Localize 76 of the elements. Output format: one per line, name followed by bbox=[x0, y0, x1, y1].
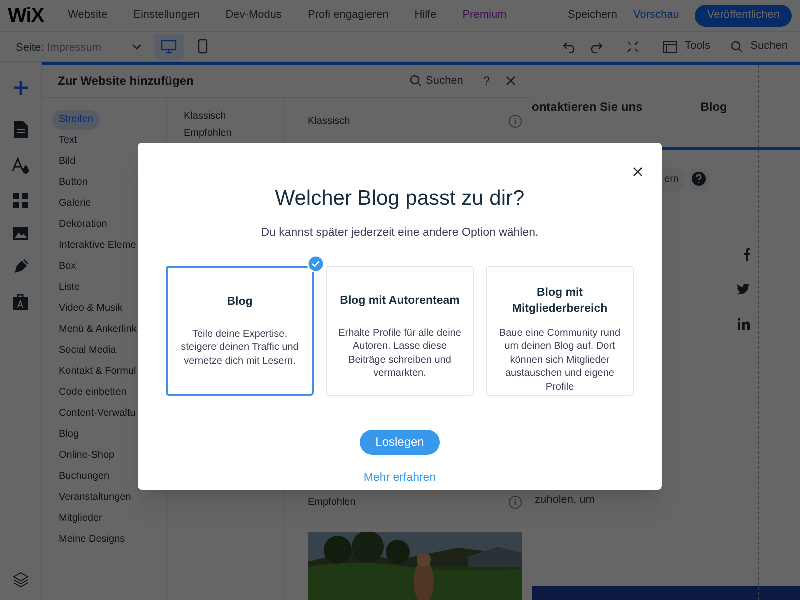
twitter-icon[interactable] bbox=[737, 284, 750, 295]
subcategory-item[interactable]: Empfohlen bbox=[184, 126, 284, 141]
category-item[interactable]: Online-Shop bbox=[52, 446, 122, 466]
facebook-icon[interactable] bbox=[743, 248, 750, 261]
option-card[interactable]: Blog mit Mitgliederbereich Baue eine Community rund um deinen Blog auf. Dort können sich Mitglieder austauschen und eigene Profile bbox=[486, 266, 634, 396]
card-description: Baue eine Community rund um deinen Blog auf. Dort können sich Mitglieder austauschen und eigene Profile bbox=[498, 326, 622, 394]
info-icon bbox=[509, 115, 522, 128]
undo-icon bbox=[563, 40, 577, 52]
category-item[interactable]: Button bbox=[52, 173, 95, 193]
pen-icon[interactable] bbox=[12, 259, 28, 275]
category-item[interactable]: Liste bbox=[52, 278, 88, 298]
category-item[interactable]: Social Media bbox=[52, 341, 124, 361]
category-item[interactable]: Mitglieder bbox=[52, 509, 110, 529]
category-item[interactable]: Video & Musik bbox=[52, 299, 130, 319]
search-button[interactable]: Suchen bbox=[426, 72, 464, 90]
category-item[interactable]: Code einbetten bbox=[52, 383, 134, 403]
category-item[interactable]: Dekoration bbox=[52, 215, 114, 235]
help-button[interactable]: ? bbox=[483, 72, 490, 90]
apps-grid-icon[interactable] bbox=[13, 193, 28, 208]
start-button[interactable]: Loslegen bbox=[360, 430, 440, 455]
menu-item[interactable]: Einstellungen bbox=[134, 7, 200, 24]
card-description: Erhalte Profile für alle deine Autoren. Lasse diese Beiträge schreiben und vermarkten. bbox=[338, 326, 462, 381]
option-card[interactable]: Blog Teile deine Expertise, steigere deinen Traffic und vernetze dich mit Lesern. bbox=[166, 266, 314, 396]
close-icon[interactable] bbox=[633, 167, 643, 177]
dialog-title: Welcher Blog passt zu dir? bbox=[275, 186, 525, 212]
panel-icon[interactable] bbox=[663, 40, 677, 52]
subcategory-item[interactable]: Klassisch bbox=[184, 109, 284, 124]
card-description: Teile deine Expertise, steigere deinen Traffic und vernetze dich mit Lesern. bbox=[180, 328, 300, 368]
search-icon[interactable] bbox=[730, 40, 743, 52]
premium-link[interactable]: Premium bbox=[462, 7, 507, 24]
category-item[interactable]: Meine Designs bbox=[52, 530, 132, 550]
panel-title: Zur Website hinzufügen bbox=[58, 73, 195, 90]
category-item[interactable]: Streifen bbox=[52, 110, 100, 130]
menu-item[interactable]: Website bbox=[68, 7, 108, 24]
section-heading: Klassisch bbox=[308, 115, 350, 129]
redo-icon[interactable] bbox=[589, 40, 603, 52]
menu-item[interactable]: Hilfe bbox=[414, 7, 437, 24]
section-heading: Empfohlen bbox=[308, 496, 356, 510]
desktop-view-button[interactable] bbox=[154, 34, 184, 60]
page-icon[interactable] bbox=[14, 121, 28, 138]
phone-icon[interactable] bbox=[198, 39, 208, 54]
category-item[interactable]: Box bbox=[52, 257, 84, 277]
image-icon[interactable] bbox=[13, 227, 28, 240]
option-card[interactable]: Blog mit Autorenteam Erhalte Profile für alle deine Autoren. Lasse diese Beiträge schreiben und vermarkten. bbox=[326, 266, 474, 396]
publish-button[interactable]: Veröffentlichen bbox=[695, 4, 792, 26]
briefcase-icon[interactable] bbox=[13, 294, 28, 310]
card-title: Blog mit Mitgliederbereich bbox=[511, 286, 609, 317]
chevron-down-icon bbox=[132, 44, 142, 50]
tools-button[interactable]: Tools bbox=[685, 38, 711, 55]
category-item[interactable]: Text bbox=[52, 131, 84, 151]
category-item[interactable]: Galerie bbox=[52, 194, 98, 214]
body-text: zuholen, um bbox=[535, 494, 595, 506]
card-title: Blog bbox=[227, 294, 253, 310]
category-item[interactable]: Blog bbox=[52, 425, 86, 445]
category-item[interactable]: Buchungen bbox=[52, 467, 117, 487]
zoom-out-icon[interactable] bbox=[627, 40, 639, 52]
dialog-subtitle: Du kannst später jederzeit eine andere Option wählen. bbox=[261, 226, 539, 240]
layers-icon[interactable] bbox=[12, 572, 28, 588]
category-item[interactable]: Bild bbox=[52, 152, 83, 172]
search-button[interactable]: Suchen bbox=[750, 38, 788, 55]
category-item[interactable]: Veranstaltungen bbox=[52, 488, 138, 508]
monitor-icon[interactable] bbox=[161, 40, 177, 54]
save-button[interactable]: Speichern bbox=[568, 7, 618, 24]
card-title: Blog mit Autorenteam bbox=[340, 294, 460, 309]
preview-button[interactable]: Vorschau bbox=[634, 7, 680, 24]
menu-item[interactable]: Dev-Modus bbox=[226, 7, 282, 24]
logo[interactable]: WiX bbox=[8, 0, 44, 30]
nav-link[interactable]: ontaktieren Sie uns bbox=[532, 98, 643, 116]
menu-item[interactable]: Profi engagieren bbox=[308, 7, 389, 24]
info-icon bbox=[509, 496, 522, 509]
text-style-icon[interactable] bbox=[12, 157, 30, 174]
learn-more-link[interactable]: Mehr erfahren bbox=[364, 470, 436, 487]
linkedin-icon[interactable] bbox=[738, 318, 750, 330]
checkmark-icon bbox=[307, 254, 325, 273]
search-icon[interactable] bbox=[410, 75, 422, 87]
nav-link[interactable]: Blog bbox=[700, 98, 728, 116]
